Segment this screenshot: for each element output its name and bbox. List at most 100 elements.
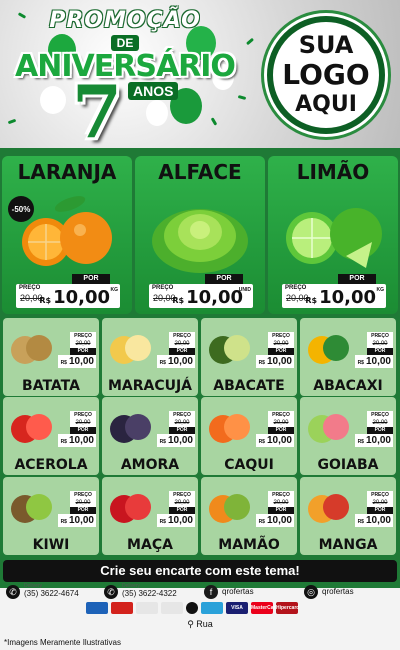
price-value: 10,00: [319, 287, 376, 308]
location-pin-icon: ⚲: [187, 619, 197, 629]
persimmon-icon: [209, 414, 250, 443]
price-tag: PREÇO 20,00 POR R$ 10,00: [355, 411, 393, 447]
whatsapp-icon: ✆: [6, 585, 20, 599]
por-label: POR: [169, 348, 195, 355]
featured-card[interactable]: LARANJA -50% POR PREÇO 20,00 R$ 10,00 KG: [2, 156, 132, 314]
delivery-contact-1[interactable]: ✆ Delivery (35) 3622-4674: [6, 583, 96, 601]
preco-label: PREÇO: [152, 285, 174, 291]
product-card[interactable]: PREÇO 20,00 POR R$ 10,00 KIWI: [3, 477, 99, 555]
currency: R$: [258, 439, 265, 445]
price-value: 10,00: [266, 515, 292, 526]
header-banner: PROMOÇÃO DE ANIVERSÁRIO 7 ANOS SUA LOGO …: [0, 0, 400, 150]
preco-label: PREÇO: [268, 332, 294, 340]
currency: R$: [159, 519, 166, 525]
product-name: LARANJA: [17, 160, 117, 184]
unit-label: UNID: [238, 287, 251, 293]
payment-methods: VISA MasterCard Hipercard: [86, 602, 314, 616]
product-card[interactable]: PREÇO 20,00 POR R$ 10,00 ACEROLA: [3, 397, 99, 475]
price-value: 10,00: [365, 515, 391, 526]
price-tag: PREÇO 20,00 POR R$ 10,00: [355, 332, 393, 368]
old-price: 20,00: [169, 499, 195, 507]
product-card[interactable]: PREÇO 20,00 POR R$ 10,00 ABACAXI: [300, 318, 396, 396]
currency: R$: [357, 519, 364, 525]
product-card[interactable]: PREÇO 20,00 POR R$ 10,00 MANGA: [300, 477, 396, 555]
currency: R$: [159, 360, 166, 366]
featured-card[interactable]: ALFACE POR PREÇO 20,00 R$ 10,00 UNID: [135, 156, 265, 314]
promo-top-text: PROMOÇÃO: [49, 8, 201, 33]
address: ⚲ Rua: [0, 619, 400, 633]
featured-card[interactable]: LIMÃO POR PREÇO 20,00 R$ 10,00 KG: [268, 156, 398, 314]
old-price: 20,00: [268, 499, 294, 507]
mango-icon: [308, 494, 349, 523]
product-name: MANGA: [318, 537, 378, 553]
new-price: R$ 10,00: [256, 514, 294, 527]
price-tag: POR PREÇO 20,00 R$ 10,00 KG: [16, 274, 120, 310]
instagram-contact[interactable]: ◎ qrofertas: [304, 583, 394, 601]
por-label: POR: [70, 427, 96, 434]
new-price: R$ 10,00: [172, 287, 243, 308]
preco-label: PREÇO: [70, 332, 96, 340]
price-tag: POR PREÇO 20,00 R$ 10,00 KG: [282, 274, 386, 310]
old-price: 20,00: [268, 419, 294, 427]
product-card[interactable]: PREÇO 20,00 POR R$ 10,00 BATATA: [3, 318, 99, 396]
product-card[interactable]: PREÇO 20,00 POR R$ 10,00 CAQUI: [201, 397, 297, 475]
delivery-phone: (35) 3622-4322: [122, 589, 177, 598]
old-price: 20,00: [169, 340, 195, 348]
product-name: MAÇA: [127, 537, 173, 553]
new-price: R$ 10,00: [305, 287, 376, 308]
product-card[interactable]: PREÇO 20,00 POR R$ 10,00 AMORA: [102, 397, 198, 475]
hipercard-icon: Hipercard: [276, 602, 299, 614]
product-card[interactable]: PREÇO 20,00 POR R$ 10,00 GOIABA: [300, 397, 396, 475]
card-icon: [201, 602, 223, 614]
logo-text-1: SUA: [298, 31, 354, 59]
new-price: R$ 10,00: [39, 287, 110, 308]
new-price: R$ 10,00: [58, 514, 96, 527]
product-name: ACEROLA: [14, 457, 88, 473]
passion-fruit-icon: [110, 335, 151, 364]
price-value: 10,00: [68, 356, 94, 367]
visa-icon: VISA: [226, 602, 248, 614]
currency: R$: [172, 296, 185, 305]
por-label: POR: [268, 507, 294, 514]
unit-label: KG: [110, 287, 119, 293]
product-card[interactable]: PREÇO 20,00 POR R$ 10,00 ABACATE: [201, 318, 297, 396]
price-tag: PREÇO 20,00 POR R$ 10,00: [157, 411, 195, 447]
confetti: [237, 95, 247, 100]
price-box: PREÇO 20,00 R$ 10,00 UNID: [149, 284, 253, 308]
price-tag: PREÇO 20,00 POR R$ 10,00: [157, 491, 195, 527]
currency: R$: [60, 439, 67, 445]
price-tag: PREÇO 20,00 POR R$ 10,00: [355, 491, 393, 527]
papaya-icon: [209, 494, 250, 523]
cta-banner[interactable]: Crie seu encarte com este tema!: [3, 560, 397, 582]
ticket-icon: [161, 602, 183, 614]
price-value: 10,00: [68, 435, 94, 446]
new-price: R$ 10,00: [58, 355, 96, 368]
price-value: 10,00: [266, 435, 292, 446]
acerola-icon: [11, 414, 52, 443]
product-name: MAMÃO: [218, 537, 280, 553]
facebook-handle: qrofertas: [222, 587, 254, 596]
old-price: 20,00: [70, 340, 96, 348]
currency: R$: [60, 519, 67, 525]
preco-label: PREÇO: [70, 411, 96, 419]
por-label: POR: [338, 274, 376, 284]
preco-label: PREÇO: [19, 285, 41, 291]
new-price: R$ 10,00: [58, 434, 96, 447]
blackberry-icon: [110, 414, 151, 443]
por-label: POR: [367, 507, 393, 514]
product-card[interactable]: PREÇO 20,00 POR R$ 10,00 MARACUJÁ: [102, 318, 198, 396]
price-value: 10,00: [266, 356, 292, 367]
old-price: 20,00: [367, 419, 393, 427]
preco-label: PREÇO: [169, 491, 195, 499]
preco-label: PREÇO: [268, 411, 294, 419]
preco-label: PREÇO: [367, 411, 393, 419]
product-name: LIMÃO: [296, 160, 370, 184]
facebook-contact[interactable]: f qrofertas: [204, 583, 284, 601]
facebook-icon: f: [204, 585, 218, 599]
delivery-contact-2[interactable]: ✆ Delivery (35) 3622-4322: [104, 583, 194, 601]
price-tag: PREÇO 20,00 POR R$ 10,00: [256, 332, 294, 368]
lettuce-icon: [152, 209, 248, 273]
product-card[interactable]: PREÇO 20,00 POR R$ 10,00 MAMÃO: [201, 477, 297, 555]
product-card[interactable]: PREÇO 20,00 POR R$ 10,00 MAÇA: [102, 477, 198, 555]
por-label: POR: [169, 427, 195, 434]
